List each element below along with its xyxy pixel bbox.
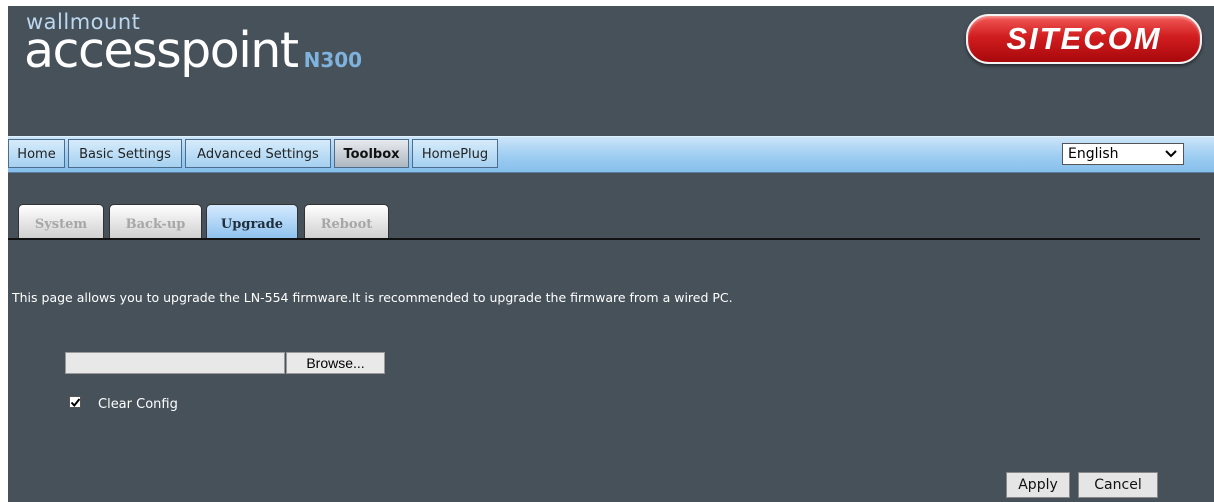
brand-title: accesspoint N300 bbox=[24, 22, 362, 81]
cancel-button[interactable]: Cancel bbox=[1078, 472, 1158, 498]
tab-reboot[interactable]: Reboot bbox=[304, 204, 389, 238]
page-description: This page allows you to upgrade the LN-5… bbox=[12, 290, 733, 305]
router-admin-page: wallmount accesspoint N300 SITECOM Home B… bbox=[8, 6, 1214, 502]
firmware-file-input[interactable] bbox=[65, 352, 285, 374]
chevron-down-icon bbox=[1165, 144, 1177, 170]
nav-toolbox[interactable]: Toolbox bbox=[334, 139, 409, 168]
brand-main-text: accesspoint bbox=[24, 22, 299, 79]
tab-backup[interactable]: Back-up bbox=[109, 204, 202, 238]
language-select[interactable]: English bbox=[1062, 143, 1184, 165]
main-nav-bar: Home Basic Settings Advanced Settings To… bbox=[8, 136, 1214, 173]
tab-system[interactable]: System bbox=[18, 204, 104, 238]
nav-home[interactable]: Home bbox=[8, 139, 65, 168]
sitecom-logo: SITECOM bbox=[966, 14, 1202, 64]
language-selected-value: English bbox=[1068, 146, 1119, 162]
browse-button[interactable]: Browse... bbox=[286, 352, 385, 374]
nav-homeplug[interactable]: HomePlug bbox=[412, 139, 498, 168]
brand-model-text: N300 bbox=[303, 48, 363, 72]
clear-config-checkbox[interactable] bbox=[69, 396, 81, 408]
checkmark-icon bbox=[70, 398, 81, 408]
apply-button[interactable]: Apply bbox=[1006, 472, 1070, 498]
tabs-divider bbox=[8, 238, 1200, 240]
tab-upgrade[interactable]: Upgrade bbox=[206, 204, 298, 238]
nav-advanced-settings[interactable]: Advanced Settings bbox=[185, 139, 331, 168]
nav-basic-settings[interactable]: Basic Settings bbox=[68, 139, 182, 168]
clear-config-label: Clear Config bbox=[98, 397, 178, 412]
